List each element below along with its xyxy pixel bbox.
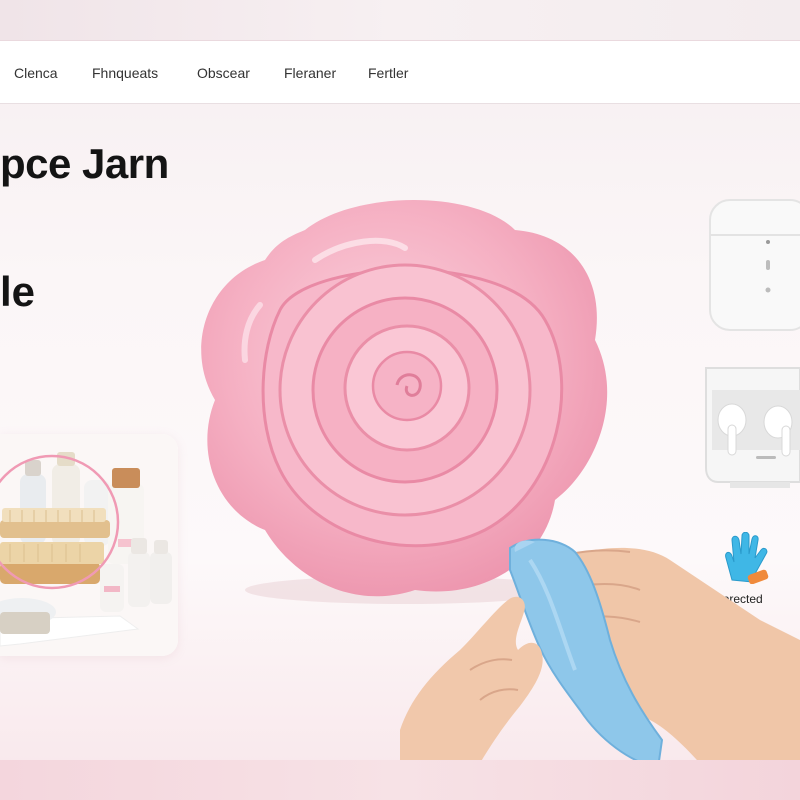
hero-subtitle: le [0, 268, 36, 315]
nav-item-obscear[interactable]: Obscear [197, 65, 250, 81]
footer-band [0, 760, 800, 800]
nav-item-fhnqueats[interactable]: Fhnqueats [92, 65, 158, 81]
browser-top-band [0, 0, 800, 40]
hero-title: pce Jarn [0, 140, 169, 187]
earbuds-case-image [705, 199, 800, 488]
nav-item-fleraner[interactable]: Fleraner [284, 65, 336, 81]
main-navigation: Clenca Fhnqueats Obscear Fleraner Fertle… [0, 40, 800, 104]
product-card-bath-set[interactable] [0, 434, 178, 656]
nav-item-clenca[interactable]: Clenca [14, 65, 58, 81]
bath-set-image [0, 434, 178, 656]
nav-item-fertler[interactable]: Fertler [368, 65, 408, 81]
